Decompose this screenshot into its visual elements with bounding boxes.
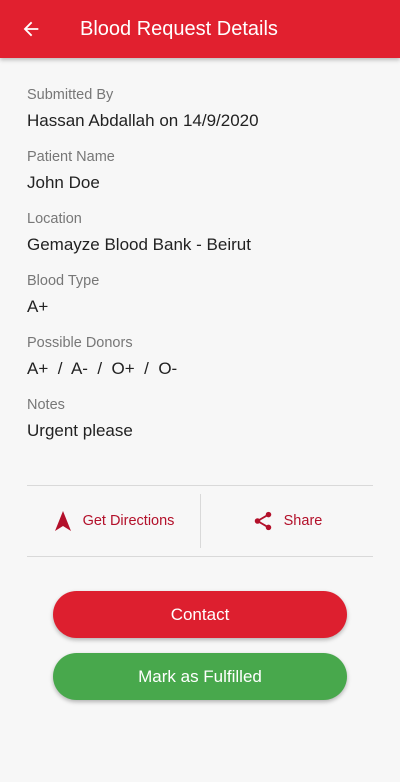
notes-field: Notes Urgent please [27, 396, 377, 458]
possible-donors-label: Possible Donors [27, 335, 133, 351]
page-title: Blood Request Details [80, 18, 278, 40]
location-value: Gemayze Blood Bank - Beirut [27, 235, 251, 254]
navigation-arrow-icon [53, 510, 73, 532]
blood-request-details-screen: Blood Request Details Submitted By Hassa… [0, 0, 400, 782]
patient-name-label: Patient Name [27, 149, 115, 165]
arrow-left-icon [23, 21, 39, 37]
blood-type-field: Blood Type A+ [27, 272, 377, 334]
share-label: Share [283, 513, 323, 529]
request-details: Submitted By Hassan Abdallah on 14/9/202… [27, 86, 377, 458]
get-directions-label: Get Directions [82, 513, 175, 529]
actions-bottom-divider [27, 556, 373, 557]
location-field: Location Gemayze Blood Bank - Beirut [27, 210, 377, 272]
submitted-by-field: Submitted By Hassan Abdallah on 14/9/202… [27, 86, 377, 148]
notes-label: Notes [27, 397, 65, 413]
get-directions-button[interactable]: Get Directions [27, 486, 200, 556]
actions-row: Get Directions Share [27, 486, 373, 556]
notes-value: Urgent please [27, 421, 133, 440]
mark-as-fulfilled-button[interactable]: Mark as Fulfilled [53, 653, 347, 700]
contact-button[interactable]: Contact [53, 591, 347, 638]
possible-donors-field: Possible Donors A+ / A- / O+ / O- [27, 334, 377, 396]
app-bar: Blood Request Details [0, 0, 400, 58]
share-button[interactable]: Share [201, 486, 373, 556]
location-label: Location [27, 211, 82, 227]
submitted-by-value: Hassan Abdallah on 14/9/2020 [27, 111, 259, 130]
submitted-by-label: Submitted By [27, 87, 114, 103]
patient-name-value: John Doe [27, 173, 100, 192]
share-icon [252, 510, 274, 532]
blood-type-label: Blood Type [27, 273, 100, 289]
blood-type-value: A+ [27, 297, 49, 316]
possible-donors-value: A+ / A- / O+ / O- [27, 359, 178, 378]
patient-name-field: Patient Name John Doe [27, 148, 377, 210]
back-button[interactable] [14, 12, 48, 46]
